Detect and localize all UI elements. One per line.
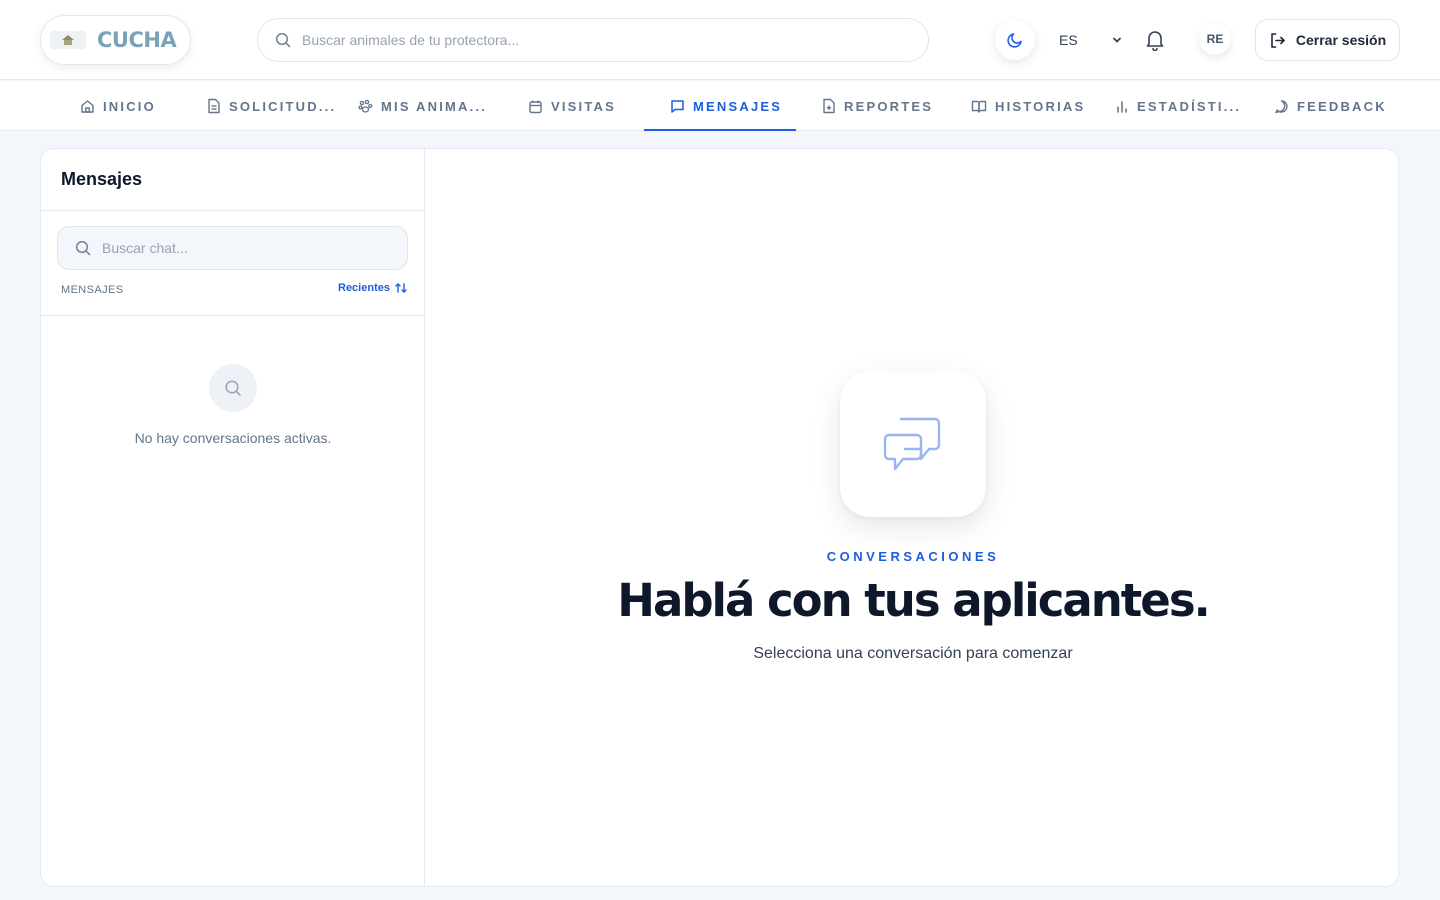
main-navigation: INICIO SOLICITUD... MIS ANIMA... VISITAS… — [0, 81, 1440, 131]
nav-tab-estadisticas[interactable]: ESTADÍSTI... — [1115, 81, 1241, 131]
nav-tab-historias[interactable]: HISTORIAS — [971, 81, 1085, 131]
moon-icon — [1007, 33, 1022, 48]
bar-chart-icon — [1117, 100, 1127, 113]
chat-search-input[interactable] — [102, 240, 401, 256]
paw-icon — [358, 99, 373, 113]
chevron-down-icon — [1113, 37, 1121, 43]
nav-tab-mensajes[interactable]: MENSAJES — [670, 81, 782, 131]
language-select[interactable]: ES — [1059, 24, 1123, 56]
report-icon — [823, 98, 835, 114]
sort-button[interactable]: Recientes — [338, 282, 408, 294]
sort-label: Recientes — [338, 282, 390, 294]
nav-tab-reportes[interactable]: REPORTES — [822, 81, 933, 131]
logout-icon — [1271, 32, 1285, 48]
nav-label: SOLICITUD... — [229, 98, 337, 114]
calendar-icon — [529, 100, 542, 113]
hero-subtitle: Selecciona una conversación para comenza… — [753, 645, 1073, 662]
book-icon — [971, 100, 987, 113]
nav-label: FEEDBACK — [1297, 98, 1387, 114]
avatar-initials: RE — [1206, 32, 1224, 46]
document-icon — [208, 98, 220, 114]
nav-label: MENSAJES — [693, 98, 783, 114]
nav-label: ESTADÍSTI... — [1137, 98, 1242, 114]
notifications-button[interactable] — [1140, 24, 1170, 56]
search-icon — [225, 380, 241, 396]
nav-label: INICIO — [103, 98, 156, 114]
comment-icon — [1275, 99, 1288, 113]
nav-label: VISITAS — [551, 98, 617, 114]
empty-state-text: No hay conversaciones activas. — [134, 430, 332, 446]
hero-eyebrow: CONVERSACIONES — [826, 549, 1000, 564]
hero-title: Hablá con tus aplicantes. — [617, 574, 1210, 627]
nav-tab-solicitudes[interactable]: SOLICITUD... — [207, 81, 336, 131]
nav-tab-mis-animales[interactable]: MIS ANIMA... — [358, 81, 487, 131]
nav-tab-visitas[interactable]: VISITAS — [528, 81, 616, 131]
user-avatar[interactable]: RE — [1199, 23, 1231, 55]
active-tab-indicator — [644, 129, 796, 131]
bell-icon — [1146, 31, 1164, 51]
nav-label: HISTORIAS — [995, 98, 1086, 114]
message-icon — [671, 99, 684, 113]
conversation-area: CONVERSACIONES Hablá con tus aplicantes.… — [426, 149, 1398, 886]
search-icon — [75, 240, 91, 256]
chat-search-box[interactable] — [57, 226, 408, 270]
search-icon — [275, 32, 291, 48]
animal-search-box[interactable] — [257, 18, 929, 62]
logout-button[interactable]: Cerrar sesión — [1255, 19, 1400, 61]
chat-bubbles-icon — [883, 417, 941, 471]
nav-label: REPORTES — [844, 98, 934, 114]
sort-arrows-icon — [395, 283, 407, 293]
logo-image — [50, 31, 86, 49]
nav-tab-feedback[interactable]: FEEDBACK — [1274, 81, 1387, 131]
logout-label: Cerrar sesión — [1295, 32, 1387, 48]
divider — [41, 210, 425, 211]
empty-state-icon — [209, 364, 257, 412]
conversations-sidebar: Mensajes MENSAJES Recientes No hay conve… — [41, 149, 425, 886]
list-section-label: MENSAJES — [61, 284, 124, 296]
messages-panel: Mensajes MENSAJES Recientes No hay conve… — [40, 148, 1399, 887]
logo-text: CUCHA — [97, 28, 177, 52]
logo-home-link[interactable]: CUCHA — [40, 15, 191, 65]
nav-tab-inicio[interactable]: INICIO — [80, 81, 156, 131]
home-icon — [81, 99, 94, 113]
top-header: CUCHA ES RE Cerrar sesión — [0, 0, 1440, 80]
animal-search-input[interactable] — [302, 32, 890, 48]
hero-chat-icon-tile — [840, 371, 986, 517]
theme-toggle-button[interactable] — [995, 20, 1035, 60]
nav-label: MIS ANIMA... — [381, 98, 488, 114]
divider — [41, 315, 425, 316]
sidebar-title: Mensajes — [61, 169, 143, 189]
language-value: ES — [1059, 32, 1078, 48]
